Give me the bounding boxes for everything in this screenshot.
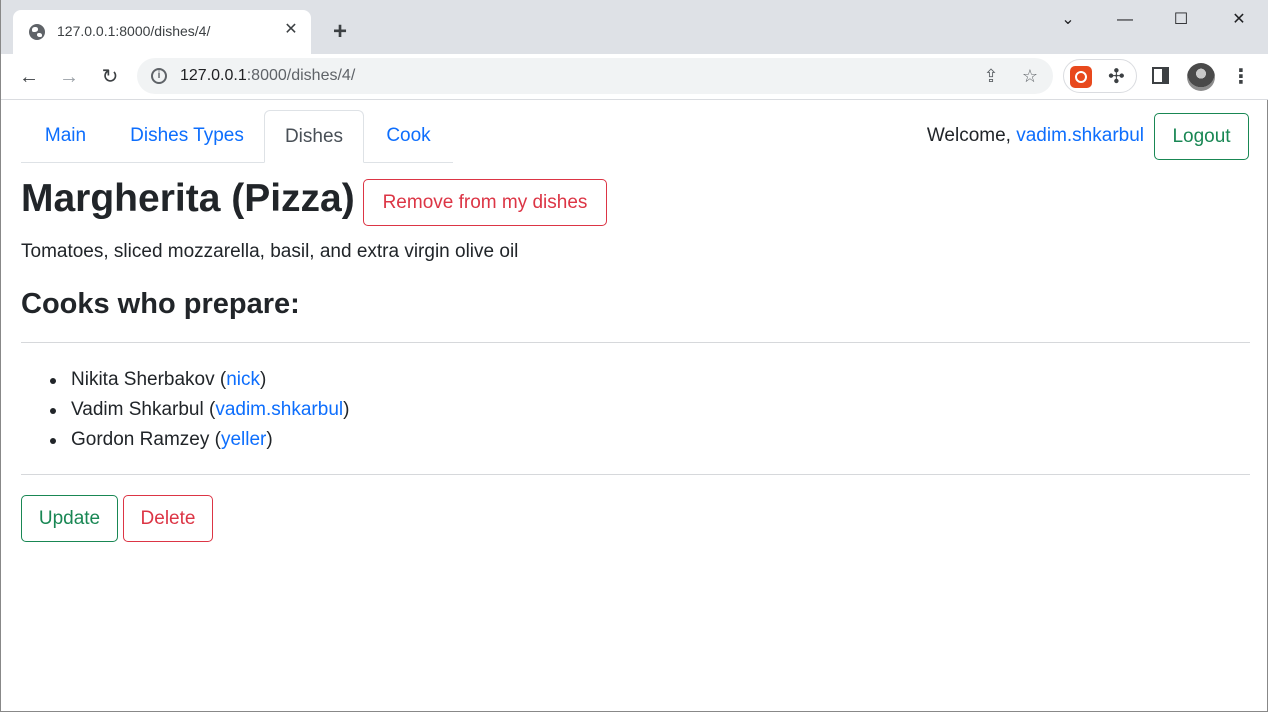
browser-tab-strip: 127.0.0.1:8000/dishes/4/ ✕ + ⌄ — ☐ ✕	[1, 0, 1268, 54]
minimize-button[interactable]: —	[1113, 8, 1137, 32]
url-path: :8000/dishes/4/	[246, 67, 356, 84]
cook-username-link[interactable]: nick	[226, 369, 260, 390]
tab-title: 127.0.0.1:8000/dishes/4/	[57, 23, 211, 39]
tab-dishes-types[interactable]: Dishes Types	[110, 110, 264, 163]
logout-button[interactable]: Logout	[1154, 113, 1249, 160]
side-panel-icon[interactable]	[1152, 67, 1169, 84]
page-content: Main Dishes Types Dishes Cook Welcome, v…	[1, 101, 1268, 712]
welcome-message: Welcome, vadim.shkarbul	[927, 125, 1144, 147]
list-item: Vadim Shkarbul (vadim.shkarbul)	[21, 395, 349, 425]
reload-button[interactable]: ↻	[95, 62, 125, 92]
delete-button[interactable]: Delete	[123, 495, 213, 542]
list-item: Nikita Sherbakov (nick)	[21, 365, 349, 395]
globe-icon	[29, 24, 45, 40]
site-info-icon[interactable]: i	[151, 68, 167, 84]
tab-dishes[interactable]: Dishes	[264, 110, 364, 163]
address-bar[interactable]: i 127.0.0.1:8000/dishes/4/ ⇪ ☆	[137, 58, 1053, 94]
remove-from-my-dishes-button[interactable]: Remove from my dishes	[363, 179, 607, 226]
new-tab-button[interactable]: +	[327, 20, 353, 46]
page-title: Margherita (Pizza)	[21, 177, 355, 220]
list-item: Gordon Ramzey (yeller)	[21, 425, 349, 455]
extension-icon[interactable]	[1070, 66, 1092, 88]
more-menu-icon[interactable]: ⋮	[1229, 62, 1253, 92]
cook-name: Vadim Shkarbul	[71, 399, 204, 420]
cooks-list: Nikita Sherbakov (nick) Vadim Shkarbul (…	[21, 365, 349, 455]
avatar[interactable]	[1187, 63, 1215, 91]
cooks-heading: Cooks who prepare:	[21, 288, 300, 320]
share-icon[interactable]: ⇪	[979, 64, 1003, 88]
back-button[interactable]: ←	[14, 62, 44, 92]
tab-main[interactable]: Main	[21, 110, 110, 163]
welcome-text: Welcome,	[926, 125, 1011, 146]
forward-button[interactable]: →	[54, 62, 84, 92]
bookmark-star-icon[interactable]: ☆	[1018, 64, 1042, 88]
divider	[21, 342, 1250, 343]
cook-name: Nikita Sherbakov	[71, 369, 215, 390]
cook-name: Gordon Ramzey	[71, 429, 210, 450]
update-button[interactable]: Update	[21, 495, 118, 542]
dish-description: Tomatoes, sliced mozzarella, basil, and …	[21, 241, 519, 262]
cook-username-link[interactable]: vadim.shkarbul	[215, 399, 343, 420]
extensions-group: ✣	[1063, 59, 1137, 93]
maximize-button[interactable]: ☐	[1169, 8, 1193, 32]
url-host: 127.0.0.1	[180, 67, 247, 84]
url-text[interactable]: 127.0.0.1:8000/dishes/4/	[180, 67, 355, 85]
close-window-button[interactable]: ✕	[1227, 8, 1251, 32]
tab-search-icon[interactable]: ⌄	[1056, 8, 1080, 32]
divider	[21, 474, 1250, 475]
browser-toolbar: ← → ↻ i 127.0.0.1:8000/dishes/4/ ⇪ ☆ ✣ ⋮	[1, 54, 1268, 100]
username-link[interactable]: vadim.shkarbul	[1016, 125, 1144, 146]
close-tab-icon[interactable]: ✕	[281, 20, 301, 40]
puzzle-icon[interactable]: ✣	[1108, 65, 1125, 89]
cook-username-link[interactable]: yeller	[221, 429, 266, 450]
browser-tab[interactable]: 127.0.0.1:8000/dishes/4/ ✕	[13, 10, 311, 54]
nav-tabs: Main Dishes Types Dishes Cook	[21, 110, 453, 163]
tab-cook[interactable]: Cook	[364, 110, 453, 163]
